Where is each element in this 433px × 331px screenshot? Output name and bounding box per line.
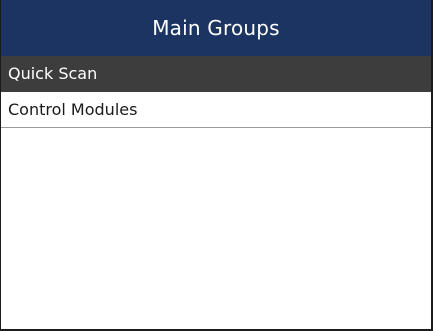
menu-item-quick-scan[interactable]: Quick Scan [1,56,431,92]
menu-item-label: Quick Scan [8,64,98,83]
menu-item-label: Control Modules [8,100,138,119]
menu-list: Quick Scan Control Modules [1,56,431,128]
menu-item-control-modules[interactable]: Control Modules [1,92,431,128]
diagnostic-screen: Main Groups Quick Scan Control Modules [0,0,433,331]
page-title: Main Groups [152,16,280,40]
title-bar: Main Groups [1,0,431,56]
